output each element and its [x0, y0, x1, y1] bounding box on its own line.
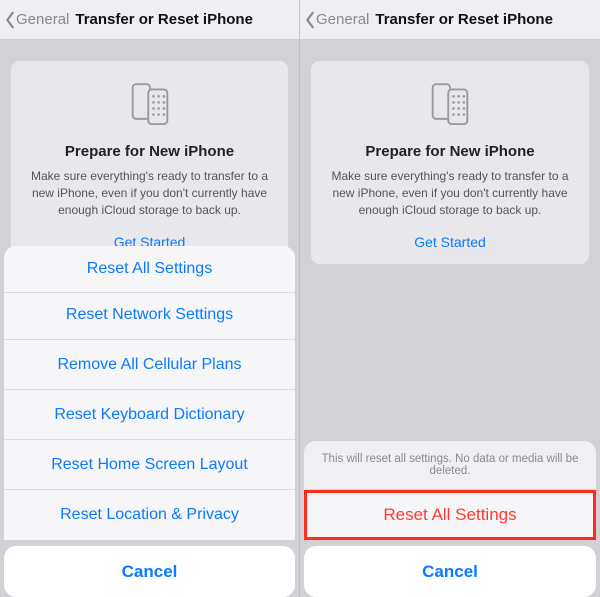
remove-cellular-plans-option[interactable]: Remove All Cellular Plans [4, 340, 295, 390]
screen-left: General Transfer or Reset iPhone Prepare… [0, 0, 300, 597]
chevron-left-icon [4, 11, 16, 29]
confirm-message: This will reset all settings. No data or… [304, 441, 596, 490]
iphone-pair-icon [124, 79, 176, 131]
navbar: General Transfer or Reset iPhone [0, 0, 299, 40]
reset-keyboard-dictionary-option[interactable]: Reset Keyboard Dictionary [4, 390, 295, 440]
back-button[interactable]: General [4, 11, 69, 29]
confirm-reset-all-settings-button[interactable]: Reset All Settings [304, 490, 596, 540]
back-label: General [16, 11, 69, 28]
device-icons [23, 79, 276, 131]
page-title: Transfer or Reset iPhone [75, 11, 253, 28]
reset-action-sheet: Reset All Settings Reset Network Setting… [0, 246, 299, 597]
device-icons [323, 79, 577, 131]
chevron-left-icon [304, 11, 316, 29]
prepare-card: Prepare for New iPhone Make sure everyth… [10, 60, 289, 265]
prepare-card-description: Make sure everything's ready to transfer… [23, 168, 276, 218]
prepare-card: Prepare for New iPhone Make sure everyth… [310, 60, 590, 265]
prepare-card-title: Prepare for New iPhone [323, 143, 577, 160]
iphone-pair-icon [424, 79, 476, 131]
confirm-panel: This will reset all settings. No data or… [304, 441, 596, 540]
reset-options-list: Reset All Settings Reset Network Setting… [4, 246, 295, 540]
page-title: Transfer or Reset iPhone [375, 11, 553, 28]
reset-home-screen-layout-option[interactable]: Reset Home Screen Layout [4, 440, 295, 490]
prepare-card-description: Make sure everything's ready to transfer… [323, 168, 577, 218]
get-started-link[interactable]: Get Started [323, 234, 577, 250]
back-label: General [316, 11, 369, 28]
confirm-action-sheet: This will reset all settings. No data or… [300, 441, 600, 597]
reset-network-settings-option[interactable]: Reset Network Settings [4, 290, 295, 340]
reset-all-settings-option[interactable]: Reset All Settings [4, 246, 295, 293]
reset-location-privacy-option[interactable]: Reset Location & Privacy [4, 490, 295, 540]
navbar: General Transfer or Reset iPhone [300, 0, 600, 40]
cancel-button[interactable]: Cancel [304, 546, 596, 597]
prepare-card-title: Prepare for New iPhone [23, 143, 276, 160]
cancel-button[interactable]: Cancel [4, 546, 295, 597]
back-button[interactable]: General [304, 11, 369, 29]
screen-right: General Transfer or Reset iPhone Prepare… [300, 0, 600, 597]
